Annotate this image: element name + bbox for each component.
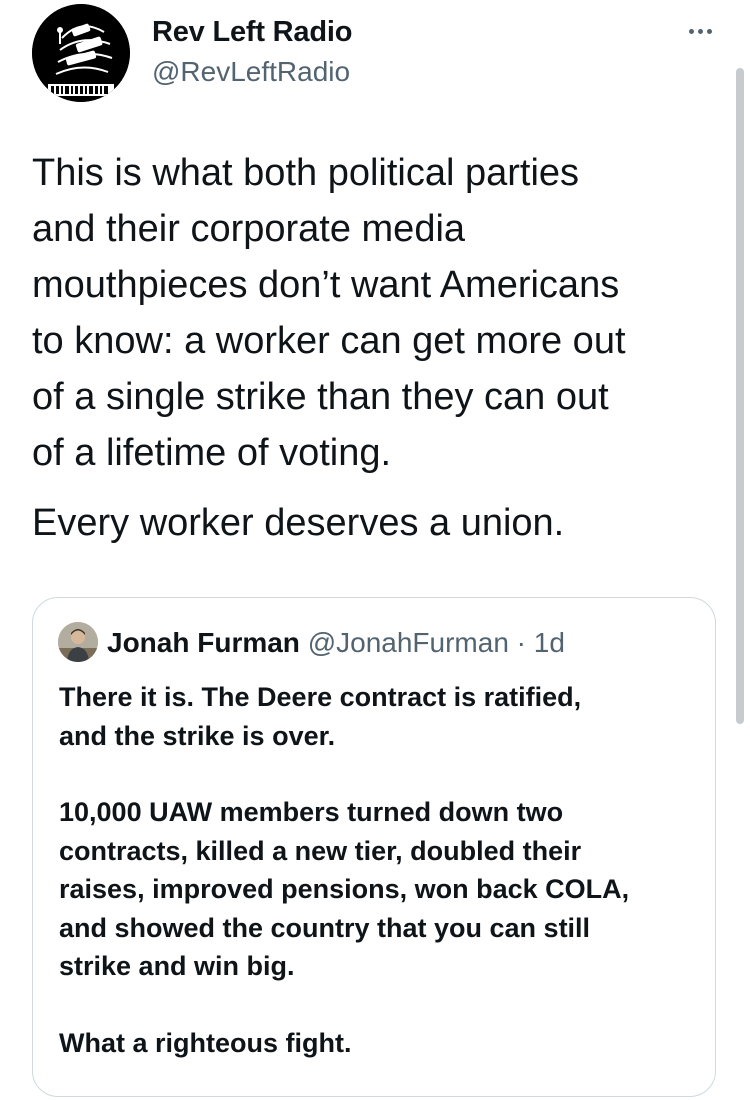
- scrollbar[interactable]: [736, 68, 744, 724]
- person-photo-icon: [58, 622, 98, 662]
- tweet-text: This is what both political parties and …: [32, 145, 722, 551]
- quoted-author-avatar[interactable]: [58, 622, 98, 662]
- dot: [706, 28, 712, 34]
- author-handle[interactable]: @RevLeftRadio: [152, 56, 350, 88]
- tweet-paragraph: This is what both political parties and …: [32, 152, 626, 474]
- dot: [688, 28, 694, 34]
- author-name[interactable]: Rev Left Radio: [152, 16, 352, 49]
- quoted-timestamp[interactable]: 1d: [534, 627, 565, 658]
- quoted-paragraph: What a righteous fight.: [59, 1027, 352, 1058]
- tweet-paragraph: Every worker deserves a union.: [32, 502, 565, 544]
- quoted-paragraph: There it is. The Deere contract is ratif…: [59, 682, 582, 751]
- rev-left-radio-logo: [32, 4, 130, 102]
- tweet: Rev Left Radio @RevLeftRadio This is wha…: [0, 0, 750, 1097]
- more-horizontal-icon[interactable]: [680, 16, 720, 46]
- quoted-tweet-text: There it is. The Deere contract is ratif…: [59, 678, 699, 1100]
- author-avatar[interactable]: [32, 4, 130, 102]
- quoted-author-name[interactable]: Jonah Furman: [107, 627, 300, 658]
- dot: [697, 28, 703, 34]
- quoted-tweet[interactable]: Jonah Furman @JonahFurman · 1d There it …: [32, 597, 716, 1097]
- quoted-paragraph: 10,000 UAW members turned down two contr…: [59, 797, 630, 981]
- quoted-author-handle[interactable]: @JonahFurman: [308, 627, 509, 658]
- separator-dot: ·: [516, 627, 526, 658]
- quoted-tweet-header: Jonah Furman @JonahFurman · 1d: [107, 626, 565, 660]
